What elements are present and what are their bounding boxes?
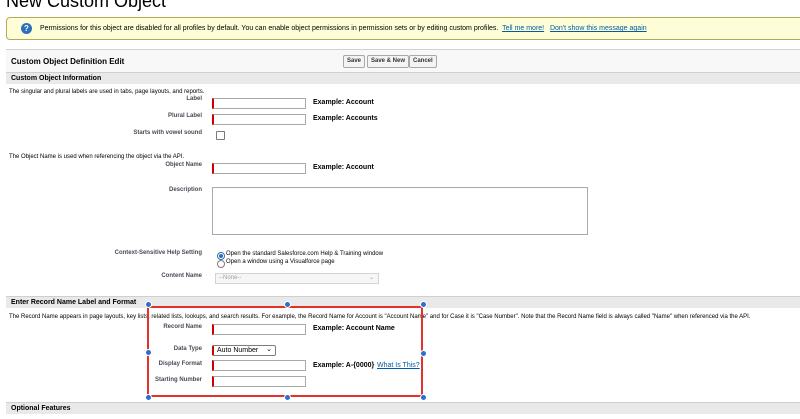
plural-label-input[interactable] bbox=[212, 114, 306, 125]
content-name-value: --None-- bbox=[219, 275, 242, 281]
api-name-note: The Object Name is used when referencing… bbox=[9, 154, 185, 160]
labels-note: The singular and plural labels are used … bbox=[9, 89, 205, 95]
description-textarea[interactable] bbox=[212, 187, 588, 235]
section-header-optional-features: Optional Features bbox=[6, 402, 800, 414]
help-option-visualforce-label: Open a window using a Visualforce page bbox=[226, 259, 335, 265]
plural-label-field-label: Plural Label bbox=[167, 113, 202, 119]
label-example: Example: Account bbox=[313, 99, 374, 106]
chevron-down-icon: ⌄ bbox=[368, 275, 374, 281]
vowel-sound-checkbox[interactable] bbox=[216, 131, 225, 140]
info-banner: ? Permissions for this object are disabl… bbox=[6, 17, 800, 40]
vowel-sound-label: Starts with vowel sound bbox=[133, 130, 202, 136]
selection-handle-top[interactable] bbox=[284, 301, 291, 308]
help-setting-label: Context-Sensitive Help Setting bbox=[114, 250, 202, 256]
plural-label-example: Example: Accounts bbox=[313, 115, 378, 122]
content-name-label: Content Name bbox=[161, 273, 202, 279]
dont-show-again-link[interactable]: Don't show this message again bbox=[550, 25, 647, 32]
save-new-button[interactable]: Save & New bbox=[367, 55, 410, 68]
selection-handle-top-right[interactable] bbox=[420, 301, 427, 308]
info-icon: ? bbox=[21, 23, 32, 34]
help-option-standard-label: Open the standard Salesforce.com Help & … bbox=[226, 251, 384, 257]
page-block-header: Custom Object Definition Edit Save Save … bbox=[6, 49, 800, 72]
cancel-button[interactable]: Cancel bbox=[409, 55, 437, 68]
selection-handle-left[interactable] bbox=[145, 349, 152, 356]
selection-handle-bottom-left[interactable] bbox=[145, 394, 152, 401]
help-option-standard-radio[interactable] bbox=[217, 252, 225, 260]
selection-handle-top-left[interactable] bbox=[145, 301, 152, 308]
selection-box[interactable] bbox=[147, 306, 423, 397]
section-header-custom-object-information: Custom Object Information bbox=[6, 72, 800, 84]
selection-handle-bottom-right[interactable] bbox=[420, 394, 427, 401]
banner-message: Permissions for this object are disabled… bbox=[40, 25, 647, 32]
page-block-title: Custom Object Definition Edit bbox=[11, 57, 125, 66]
description-label: Description bbox=[168, 187, 202, 193]
label-field-label: Label bbox=[186, 96, 202, 102]
help-option-visualforce-radio[interactable] bbox=[217, 260, 225, 268]
banner-text: Permissions for this object are disabled… bbox=[40, 25, 499, 32]
selection-handle-right[interactable] bbox=[420, 350, 427, 357]
label-input[interactable] bbox=[212, 98, 306, 109]
content-name-select: --None-- ⌄ bbox=[215, 273, 379, 284]
save-button[interactable]: Save bbox=[343, 55, 366, 68]
object-name-label: Object Name bbox=[165, 162, 202, 168]
tell-me-more-link[interactable]: Tell me more! bbox=[502, 25, 544, 32]
object-name-example: Example: Account bbox=[313, 164, 374, 171]
object-name-input[interactable] bbox=[212, 163, 306, 174]
selection-handle-bottom[interactable] bbox=[284, 394, 291, 401]
page-title: New Custom Object bbox=[6, 0, 167, 11]
